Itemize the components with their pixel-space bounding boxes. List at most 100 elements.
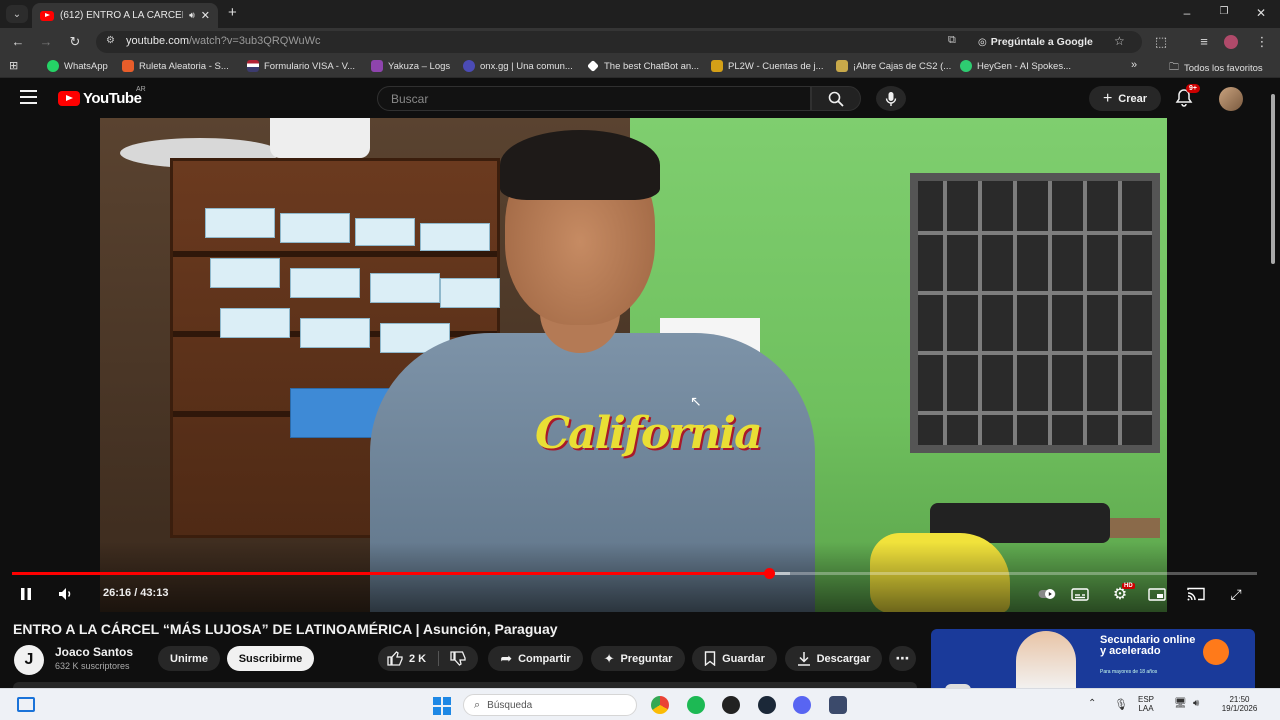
search-icon: ⌕ (474, 698, 481, 711)
steam-icon[interactable] (758, 696, 776, 714)
bookmark-item[interactable]: HeyGen - AI Spokes... (960, 60, 1071, 72)
tray-mic-icon[interactable]: 🎙︎ (1114, 698, 1128, 711)
taskbar-search-input[interactable]: ⌕ Búsqueda (463, 694, 637, 716)
new-tab-button[interactable]: + (228, 4, 237, 21)
progress-scrubber-handle[interactable] (763, 568, 775, 579)
video-person-hair (500, 130, 660, 200)
bookmark-item[interactable]: PL2W - Cuentas de j... (711, 60, 824, 72)
chatbot-icon (587, 60, 599, 72)
menu-kebab-icon[interactable]: ⋮ (1253, 34, 1271, 50)
download-button[interactable]: Descargar (785, 646, 882, 671)
input-language[interactable]: ESP LAA (1138, 695, 1154, 713)
bookmark-item[interactable]: Yakuza – Logs (371, 60, 450, 72)
url-text: youtube.com/watch?v=3ub3QRQWuWc (126, 35, 321, 47)
taskbar-clock[interactable]: 21:50 19/1/2026 (1217, 695, 1262, 713)
captions-icon (1071, 587, 1089, 601)
mouse-cursor-icon: ↖ (690, 393, 702, 409)
page-scrollbar[interactable] (1269, 80, 1277, 690)
pause-icon (21, 588, 31, 600)
chrome-icon[interactable] (651, 696, 669, 714)
address-bar[interactable]: ⚙ youtube.com/watch?v=3ub3QRQWuWc ⧉ ◎ Pr… (96, 31, 1142, 53)
bookmark-item[interactable]: onx.gg | Una comun... (463, 60, 573, 72)
apps-grid-icon[interactable]: ⊞ (9, 59, 18, 72)
ad-fine-print: Para mayores de 18 años (1100, 669, 1158, 675)
profile-avatar[interactable] (1224, 35, 1238, 49)
sidebar-ad-banner[interactable]: Secundario online y acelerado Para mayor… (931, 629, 1255, 691)
discord-icon[interactable] (793, 696, 811, 714)
windows-start-icon[interactable] (433, 697, 451, 715)
tab-close-icon[interactable]: ✕ (201, 9, 210, 22)
cast-button[interactable] (1187, 585, 1205, 603)
tab-search-button[interactable]: ⌄ (6, 5, 28, 23)
bookmarks-overflow-icon[interactable]: » (1131, 59, 1137, 71)
time-display: 26:16 / 43:13 (103, 587, 169, 599)
bookmark-item[interactable]: The best ChatBot an... (587, 60, 699, 72)
like-button[interactable]: 2 K (387, 651, 426, 666)
dislike-button[interactable] (450, 651, 466, 669)
video-scene-pot (270, 118, 370, 158)
media-controls-icon[interactable]: ≡ (1195, 34, 1213, 49)
bookmark-star-icon[interactable]: ☆ (1114, 34, 1125, 48)
search-input[interactable]: Buscar (377, 86, 811, 111)
site-settings-icon[interactable]: ⚙ (106, 35, 115, 46)
google-lens-icon: ◎ (978, 36, 987, 48)
bookmark-item[interactable]: Formulario VISA - V... (247, 60, 355, 72)
player-letterbox-right (1167, 118, 1267, 612)
volume-tray-icon[interactable]: 🔊︎ (1193, 698, 1199, 709)
maximize-button[interactable]: ❐ (1214, 6, 1234, 17)
bookmark-item[interactable]: WhatsApp (47, 60, 108, 72)
download-icon (797, 652, 810, 666)
channel-avatar[interactable]: J (14, 645, 44, 675)
back-arrow-icon[interactable]: ← (9, 34, 27, 49)
sparkle-icon: ✦ (603, 650, 615, 666)
search-button[interactable] (811, 86, 861, 111)
voice-search-button[interactable] (876, 86, 906, 111)
volume-icon (59, 588, 71, 600)
minimize-button[interactable]: – (1177, 6, 1197, 20)
youtube-logo[interactable]: YouTube AR (58, 86, 146, 107)
share-button[interactable]: ➦ Compartir (488, 646, 583, 671)
autoplay-toggle[interactable] (1038, 585, 1056, 603)
heygen-icon (960, 60, 972, 72)
ask-button[interactable]: ✦ Preguntar (591, 646, 685, 671)
channel-name[interactable]: Joaco Santos (55, 645, 133, 659)
video-player[interactable]: California ↖ (100, 118, 1167, 612)
bookmark-item[interactable]: Ruleta Aleatoria - S... (122, 60, 229, 72)
subtitles-button[interactable] (1071, 585, 1089, 603)
spotify-icon[interactable] (687, 696, 705, 714)
bookmark-item[interactable]: ¡Abre Cajas de CS2 (... (836, 60, 951, 72)
tab-title: (612) ENTRO A LA CÁRCEL (60, 10, 184, 21)
reload-icon[interactable]: ↻ (66, 34, 84, 50)
widgets-icon[interactable] (17, 697, 35, 712)
settings-button[interactable]: ⚙ HD (1110, 583, 1135, 603)
microphone-icon (885, 91, 897, 106)
ask-google-button[interactable]: ◎ Pregúntale a Google (978, 34, 1093, 50)
mute-button[interactable] (57, 585, 75, 603)
browser-tab-active[interactable]: (612) ENTRO A LA CÁRCEL 🔊︎ ✕ (32, 3, 218, 28)
all-favorites-folder[interactable]: 🗀 Todos los favoritos (1169, 60, 1263, 77)
hamburger-menu-icon[interactable] (20, 90, 37, 104)
game-launcher-icon[interactable] (829, 696, 847, 714)
subscriber-count: 632 K suscriptores (55, 661, 130, 671)
create-button[interactable]: + Crear (1089, 86, 1161, 111)
forward-arrow-icon[interactable]: → (37, 34, 55, 49)
more-actions-button[interactable]: ⋯ (889, 646, 916, 671)
network-icon[interactable]: 🖥︎ (1174, 698, 1187, 709)
join-button[interactable]: Unirme (158, 646, 220, 671)
pause-button[interactable] (18, 585, 34, 603)
ad-headline: Secundario online y acelerado (1100, 634, 1196, 657)
region-code: AR (136, 86, 146, 93)
save-button[interactable]: Guardar (692, 646, 777, 671)
extensions-icon[interactable]: ⬚ (1152, 34, 1170, 50)
chevron-down-icon: ⌄ (12, 8, 22, 20)
window-close-button[interactable]: ✕ (1251, 6, 1271, 20)
speaker-icon[interactable]: 🔊︎ (189, 10, 195, 21)
tray-overflow-icon[interactable]: ⌃ (1088, 698, 1096, 709)
cast-icon (1187, 587, 1205, 601)
install-app-icon[interactable]: ⧉ (948, 34, 956, 47)
miniplayer-button[interactable] (1148, 585, 1166, 603)
fullscreen-button[interactable]: ⤢ (1227, 585, 1245, 603)
account-avatar[interactable] (1219, 87, 1243, 111)
epic-games-icon[interactable] (722, 696, 740, 714)
subscribe-button[interactable]: Suscribirme (227, 646, 314, 671)
